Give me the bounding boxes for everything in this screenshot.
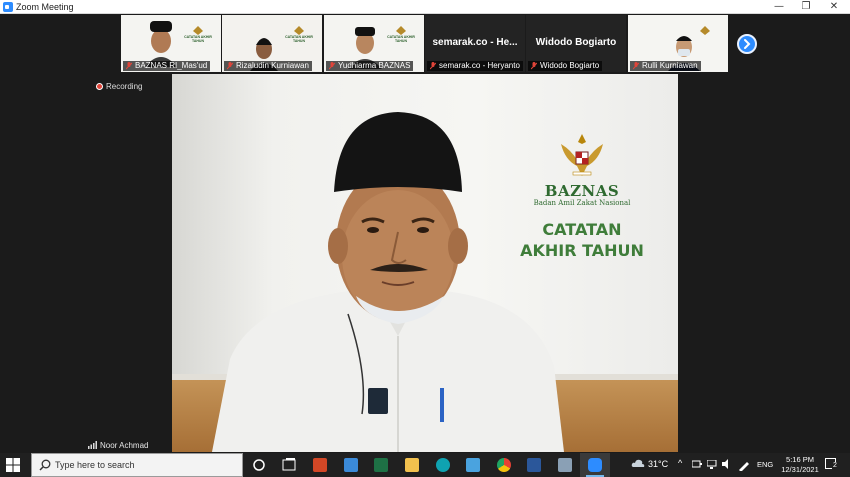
weather-temperature: 31°C bbox=[648, 459, 669, 469]
participant-name: Rulli Kurniawan bbox=[642, 61, 698, 70]
baznas-mini-logo: CATATAN AKHIR TAHUN bbox=[181, 23, 215, 43]
excel-icon bbox=[374, 458, 388, 472]
participant-display-title: semarak.co - He... bbox=[432, 37, 518, 48]
taskbar-app-downloads[interactable] bbox=[336, 453, 366, 477]
active-speaker-name-tag: Noor Achmad bbox=[88, 441, 148, 451]
mic-muted-icon bbox=[633, 62, 639, 70]
mic-muted-icon bbox=[126, 62, 132, 70]
powerpoint-icon bbox=[313, 458, 327, 472]
participant-tile[interactable]: CATATAN AKHIR TAHUN Yudhiarma BAZNAS bbox=[324, 15, 424, 72]
taskbar-app-screen-sketch[interactable] bbox=[458, 453, 488, 477]
pen-workspace-icon[interactable] bbox=[738, 459, 750, 471]
word-icon bbox=[527, 458, 541, 472]
participant-tile[interactable]: CATATAN AKHIR TAHUN BAZNAS RI_Mas'ud bbox=[121, 15, 221, 72]
participant-name: Widodo Bogiarto bbox=[540, 61, 600, 70]
battery-icon[interactable] bbox=[692, 460, 702, 469]
notification-center-button[interactable]: 2 bbox=[825, 458, 838, 471]
taskbar-app-excel[interactable] bbox=[366, 453, 396, 477]
weather-widget[interactable]: 31°C bbox=[631, 459, 668, 469]
baznas-mini-logo: CATATAN AKHIR TAHUN bbox=[282, 23, 316, 43]
mini-logo-text: CATATAN AKHIR TAHUN bbox=[285, 35, 313, 43]
windows-start-icon[interactable] bbox=[6, 458, 20, 472]
participant-name-bar: BAZNAS RI_Mas'ud bbox=[123, 61, 211, 71]
folder-icon bbox=[405, 458, 419, 472]
mini-logo-text: CATATAN AKHIR TAHUN bbox=[184, 35, 212, 43]
speaker-name: Noor Achmad bbox=[100, 441, 149, 450]
participant-name: semarak.co - Heryanto bbox=[439, 61, 520, 70]
photos-icon bbox=[558, 458, 572, 472]
cortana-circle-icon bbox=[253, 459, 265, 471]
window-title: Zoom Meeting bbox=[16, 2, 74, 12]
edge-icon bbox=[436, 458, 450, 472]
mic-muted-icon bbox=[430, 62, 436, 70]
participant-name: BAZNAS RI_Mas'ud bbox=[135, 61, 208, 70]
volume-icon[interactable] bbox=[722, 459, 732, 469]
cortana-button[interactable] bbox=[244, 453, 274, 477]
screen-sketch-icon bbox=[466, 458, 480, 472]
active-speaker-video[interactable]: BAZNAS Badan Amil Zakat Nasional CATATAN… bbox=[172, 74, 678, 452]
zoom-meeting-window: Zoom Meeting — ❐ ✕ CATATAN AKHIR TAHUN B… bbox=[0, 0, 850, 477]
minimize-button[interactable]: — bbox=[766, 0, 792, 14]
cloud-icon bbox=[631, 459, 645, 467]
taskbar-clock[interactable]: 5:16 PM 12/31/2021 bbox=[778, 455, 822, 475]
clock-date: 12/31/2021 bbox=[781, 465, 819, 474]
next-page-button[interactable] bbox=[737, 34, 757, 54]
title-bar: Zoom Meeting — ❐ ✕ bbox=[0, 0, 850, 14]
participant-tile[interactable]: Widodo Bogiarto Widodo Bogiarto bbox=[526, 15, 626, 72]
taskbar-app-file-explorer[interactable] bbox=[397, 453, 427, 477]
participant-name-bar: Yudhiarma BAZNAS bbox=[326, 61, 414, 71]
mic-muted-icon bbox=[329, 62, 335, 70]
taskbar-search-box[interactable]: Type here to search bbox=[31, 453, 243, 477]
speaker-figure bbox=[212, 112, 564, 452]
downloads-icon bbox=[344, 458, 358, 472]
recording-label: Recording bbox=[106, 82, 143, 91]
clock-time: 5:16 PM bbox=[786, 455, 814, 464]
zoom-app-icon bbox=[3, 2, 13, 12]
restore-button[interactable]: ❐ bbox=[793, 0, 819, 14]
participant-name-bar: semarak.co - Heryanto bbox=[427, 61, 523, 71]
mic-muted-icon bbox=[531, 62, 537, 70]
participant-display-title: Widodo Bogiarto bbox=[535, 37, 617, 48]
taskbar-app-word[interactable] bbox=[519, 453, 549, 477]
close-button[interactable]: ✕ bbox=[821, 0, 847, 14]
taskbar-app-powerpoint[interactable] bbox=[305, 453, 335, 477]
recording-indicator[interactable]: Recording bbox=[96, 82, 142, 92]
mini-logo-text: CATATAN AKHIR TAHUN bbox=[387, 35, 415, 43]
tray-overflow-button[interactable]: ^ bbox=[678, 458, 682, 468]
participant-name: Rizaludin Kurniawan bbox=[236, 61, 309, 70]
chevron-right-icon bbox=[744, 39, 751, 49]
taskbar-app-zoom[interactable] bbox=[580, 453, 610, 477]
chrome-icon bbox=[497, 458, 511, 472]
connection-signal-icon bbox=[88, 441, 97, 449]
task-view-icon bbox=[282, 458, 296, 471]
input-language[interactable]: ENG bbox=[757, 460, 773, 469]
search-placeholder: Type here to search bbox=[55, 460, 135, 470]
baznas-mini-logo bbox=[688, 23, 722, 41]
participant-video-figure bbox=[145, 21, 177, 67]
participant-name-bar: Rizaludin Kurniawan bbox=[224, 61, 312, 71]
taskbar-app-photos[interactable] bbox=[550, 453, 580, 477]
participant-name-bar: Widodo Bogiarto bbox=[528, 61, 603, 71]
mic-muted-icon bbox=[227, 62, 233, 70]
baznas-mini-logo: CATATAN AKHIR TAHUN bbox=[384, 23, 418, 43]
zoom-icon bbox=[588, 458, 602, 472]
windows-taskbar: Type here to search 31°C ^ ENG 5:16 PM 1… bbox=[0, 453, 850, 477]
taskbar-app-task-view[interactable] bbox=[274, 453, 304, 477]
record-dot-icon bbox=[96, 83, 103, 90]
participant-tile[interactable]: semarak.co - He... semarak.co - Heryanto bbox=[425, 15, 525, 72]
participant-name-bar: Rulli Kurniawan bbox=[630, 61, 701, 71]
participant-tile[interactable]: CATATAN AKHIR TAHUN Rizaludin Kurniawan bbox=[222, 15, 322, 72]
network-icon[interactable] bbox=[707, 460, 718, 469]
notification-count: 2 bbox=[832, 462, 838, 469]
participant-name: Yudhiarma BAZNAS bbox=[338, 61, 411, 70]
taskbar-app-edge[interactable] bbox=[428, 453, 458, 477]
taskbar-app-chrome[interactable] bbox=[489, 453, 519, 477]
participant-tile[interactable]: Rulli Kurniawan bbox=[628, 15, 728, 72]
search-icon bbox=[39, 459, 51, 471]
